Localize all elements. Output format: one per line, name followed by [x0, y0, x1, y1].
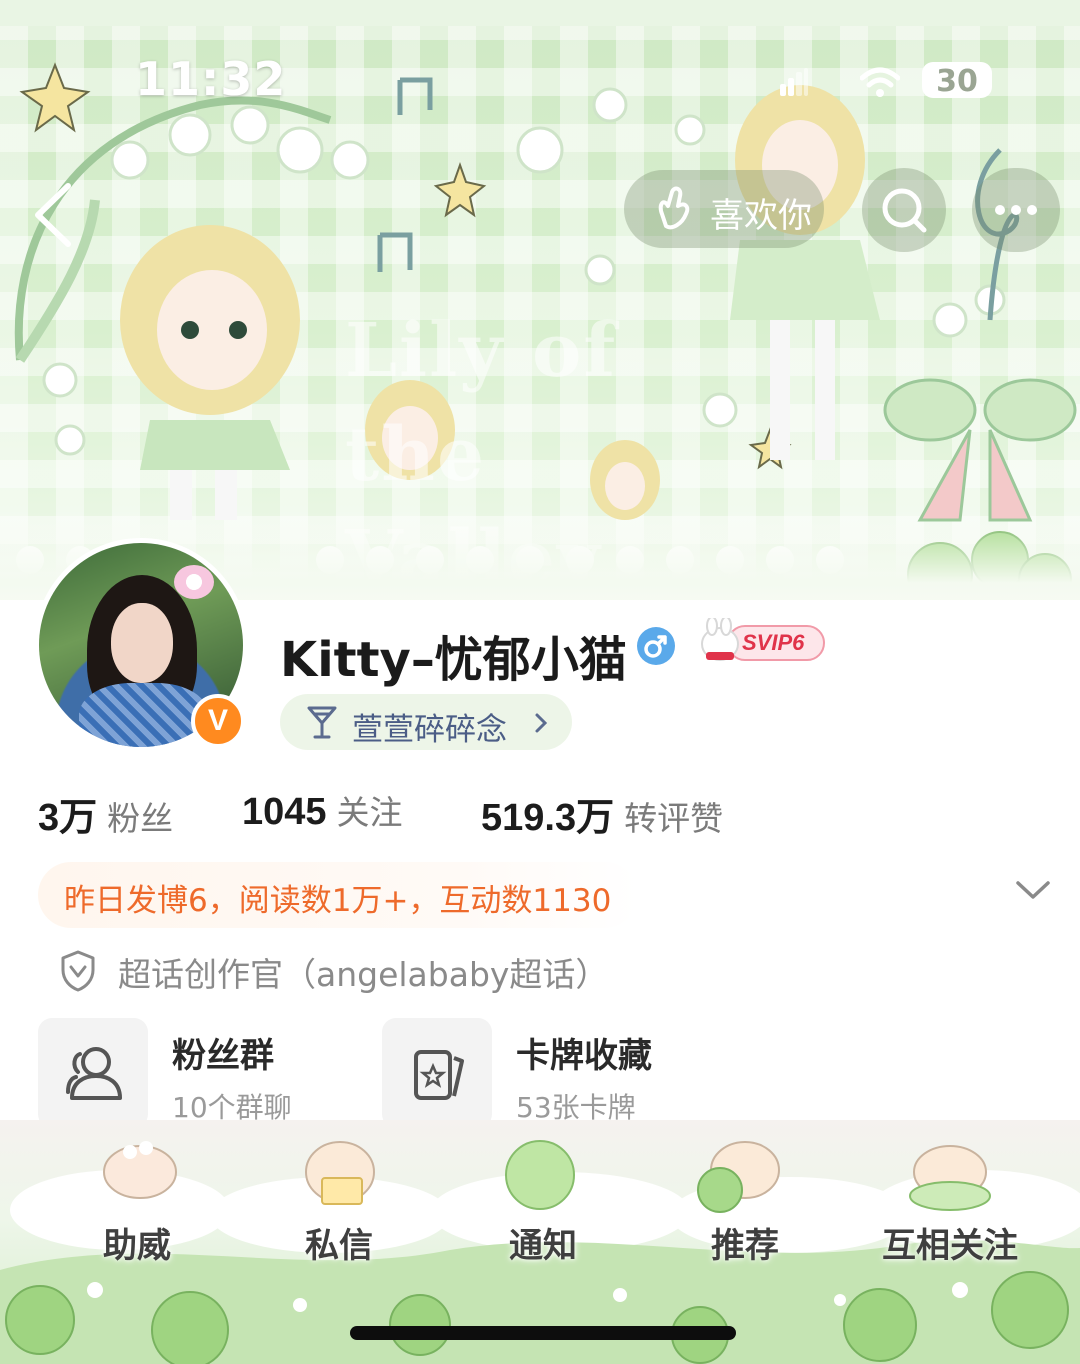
battery-indicator: 30 [922, 62, 992, 99]
stat-interactions-label: 转评赞 [624, 799, 724, 838]
super-topic-text: 超话创作官（angelababy超话） [118, 955, 609, 994]
nav-notify-label: 通知 [509, 1226, 577, 1266]
card-icon-box [382, 1018, 492, 1128]
nav-mutual-follow-label: 互相关注 [882, 1226, 1018, 1266]
group-icon [66, 1047, 122, 1100]
card-collection-title: 卡牌收藏 [516, 1036, 652, 1076]
verified-badge: V [191, 694, 245, 748]
more-button[interactable] [972, 168, 1060, 252]
super-topic-row[interactable]: 超话创作官（angelababy超话） [60, 946, 760, 996]
stat-interactions-value: 519.3万 [481, 797, 615, 839]
finger-heart-icon [658, 186, 690, 230]
svip-badge[interactable]: SVIP6 [698, 618, 828, 668]
yesterday-summary-text: 昨日发博6，阅读数1万+，互动数1130 [64, 883, 612, 919]
nav-message[interactable]: 私信 [259, 1218, 419, 1267]
stat-fans-label: 粉丝 [107, 799, 174, 838]
nav-mutual-follow[interactable]: 互相关注 [860, 1218, 1040, 1267]
like-label: 喜欢你 [710, 196, 812, 236]
stat-fans-value: 3万 [38, 797, 98, 839]
svip-label: SVIP6 [742, 630, 805, 655]
status-time: 11:32 [135, 52, 287, 106]
wifi-icon [860, 67, 900, 97]
profile-tag[interactable]: 萱萱碎碎念 [280, 694, 572, 750]
username: Kitty–忧郁小猫 [280, 632, 627, 688]
stat-interactions[interactable]: 519.3万 转评赞 [481, 786, 723, 841]
nav-message-label: 私信 [305, 1226, 373, 1266]
search-icon [882, 188, 927, 233]
profile-stats: 3万 粉丝 1045 关注 519.3万 转评赞 [38, 786, 1038, 839]
fan-group-card[interactable]: 粉丝群 10个群聊 [38, 1018, 358, 1128]
back-arrow-icon[interactable] [28, 180, 78, 250]
cocktail-icon [307, 706, 337, 739]
male-gender-icon [637, 627, 675, 665]
like-button[interactable]: 喜欢你 [624, 170, 824, 248]
card-collection-card[interactable]: 卡牌收藏 53张卡牌 [382, 1018, 702, 1128]
shield-v-icon [61, 950, 95, 992]
card-icon [414, 1050, 464, 1100]
group-icon-box [38, 1018, 148, 1128]
stat-following[interactable]: 1045 关注 [242, 786, 403, 834]
stat-following-label: 关注 [336, 793, 403, 832]
chevron-right-icon [535, 713, 548, 733]
nav-recommend-label: 推荐 [711, 1226, 779, 1266]
signal-icon [780, 68, 808, 96]
chevron-down-icon[interactable] [1014, 878, 1052, 902]
search-button[interactable] [862, 168, 946, 252]
yesterday-summary[interactable]: 昨日发博6，阅读数1万+，互动数1130 [38, 862, 638, 928]
nav-recommend[interactable]: 推荐 [665, 1218, 825, 1267]
stat-following-value: 1045 [242, 791, 327, 833]
fan-group-title: 粉丝群 [172, 1036, 274, 1076]
home-indicator[interactable] [350, 1326, 736, 1340]
nav-notify[interactable]: 通知 [463, 1218, 623, 1267]
nav-cheer-label: 助威 [103, 1226, 171, 1266]
nav-cheer[interactable]: 助威 [57, 1218, 217, 1267]
stat-fans[interactable]: 3万 粉丝 [38, 786, 173, 841]
status-indicators: 30 [780, 62, 1000, 102]
more-dots-icon [995, 205, 1037, 215]
tag-label: 萱萱碎碎念 [352, 712, 507, 748]
